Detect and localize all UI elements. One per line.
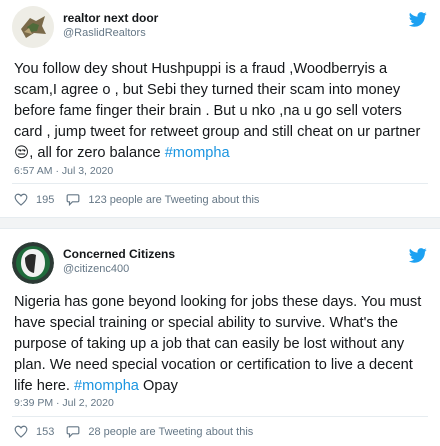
heart-icon[interactable] — [14, 425, 28, 438]
tweeting-about-link[interactable]: 28 people are Tweeting about this — [88, 426, 253, 438]
tweet-stats: 195 123 people are Tweeting about this — [14, 193, 259, 206]
display-name[interactable]: Concerned Citizens — [63, 247, 175, 261]
display-name[interactable]: realtor next door — [63, 11, 158, 25]
tweet-timestamp[interactable]: 9:39 PM · Jul 2, 2020 — [14, 397, 114, 409]
user-handle[interactable]: @citizenc400 — [63, 263, 129, 275]
like-count[interactable]: 195 — [36, 194, 54, 206]
like-count[interactable]: 153 — [36, 426, 54, 438]
hashtag-link[interactable]: #mompha — [74, 378, 139, 394]
tweeting-about-link[interactable]: 123 people are Tweeting about this — [88, 194, 259, 206]
divider — [12, 183, 428, 184]
tweet-text: Nigeria has gone beyond looking for jobs… — [14, 294, 422, 394]
divider — [12, 416, 428, 417]
heart-icon[interactable] — [14, 193, 28, 206]
tweet-timestamp[interactable]: 6:57 AM · Jul 3, 2020 — [14, 165, 113, 177]
user-handle[interactable]: @RaslidRealtors — [63, 27, 146, 39]
tweet-text: You follow dey shout Hushpuppi is a frau… — [14, 61, 421, 161]
tweet-stats: 153 28 people are Tweeting about this — [14, 425, 253, 438]
twitter-bird-icon[interactable] — [409, 248, 427, 263]
avatar[interactable] — [12, 242, 54, 284]
hashtag-link[interactable]: #mompha — [165, 145, 230, 161]
speech-bubble-icon[interactable] — [66, 425, 80, 438]
twitter-bird-icon[interactable] — [409, 12, 427, 27]
card-separator — [0, 218, 440, 228]
speech-bubble-icon[interactable] — [66, 193, 80, 206]
avatar[interactable] — [12, 6, 54, 48]
